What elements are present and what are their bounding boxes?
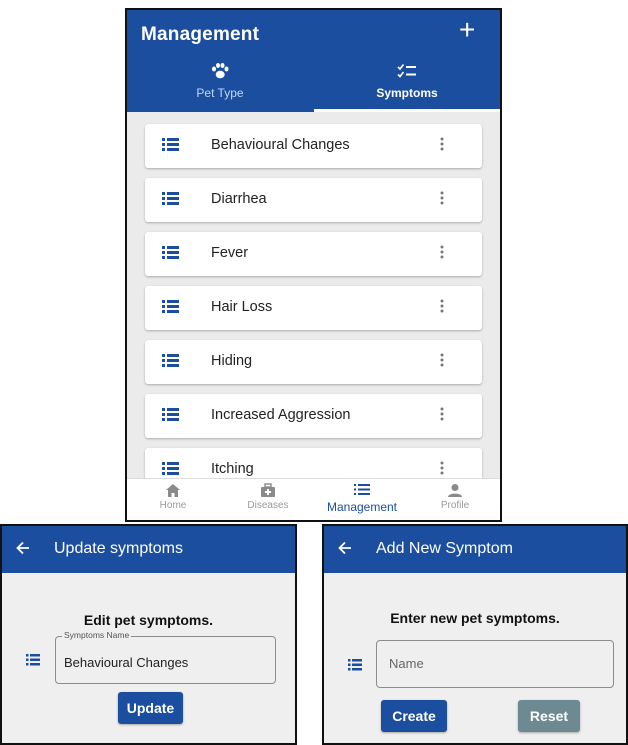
nav-management-label: Management [326, 500, 398, 514]
list-icon [162, 192, 179, 210]
bottom-navigation: Home Diseases Management Profile [127, 478, 500, 520]
nav-diseases-label: Diseases [247, 500, 289, 511]
more-vert-icon[interactable] [440, 406, 444, 427]
tab-symptoms-label: Symptoms [376, 86, 438, 100]
symptom-label: Fever [211, 245, 249, 261]
symptom-list: Behavioural Changes Diarrhea Fever Hair … [127, 112, 500, 478]
person-icon [447, 483, 463, 498]
name-field[interactable]: Name [376, 640, 614, 688]
form-heading: Enter new pet symptoms. [390, 610, 560, 626]
tab-pet-type-label: Pet Type [196, 86, 244, 100]
checklist-icon [397, 62, 417, 80]
app-bar: Add New Symptom [324, 526, 626, 573]
nav-profile-label: Profile [440, 500, 470, 511]
nav-management[interactable]: Management [317, 479, 407, 520]
reset-button[interactable]: Reset [518, 700, 580, 732]
more-vert-icon[interactable] [440, 460, 444, 478]
symptom-label: Diarrhea [211, 191, 267, 207]
add-button[interactable]: + [459, 16, 475, 44]
list-icon [162, 246, 179, 264]
home-icon [165, 483, 181, 498]
symptom-item[interactable]: Diarrhea [145, 178, 482, 222]
symptom-label: Itching [211, 461, 254, 477]
symptom-label: Hair Loss [211, 299, 273, 315]
symptom-label: Behavioural Changes [211, 137, 350, 153]
tab-symptoms[interactable]: Symptoms [314, 62, 500, 110]
back-arrow-icon[interactable] [16, 541, 30, 560]
page-title: Update symptoms [54, 540, 183, 557]
more-vert-icon[interactable] [440, 352, 444, 373]
symptom-label: Hiding [211, 353, 253, 369]
back-arrow-icon[interactable] [338, 541, 352, 560]
list-icon [162, 354, 179, 372]
symptoms-name-label: Symptoms Name [62, 630, 132, 640]
update-button[interactable]: Update [118, 692, 183, 724]
more-vert-icon[interactable] [440, 190, 444, 211]
more-vert-icon[interactable] [440, 298, 444, 319]
list-icon [26, 653, 40, 671]
nav-home-label: Home [159, 500, 187, 511]
management-screen: Management + Pet Type Symptoms Behaviour… [125, 8, 502, 522]
plus-icon: + [459, 14, 476, 45]
create-button[interactable]: Create [381, 700, 447, 732]
list-icon [162, 408, 179, 426]
symptom-item[interactable]: Hiding [145, 340, 482, 384]
add-symptom-screen: Add New Symptom Enter new pet symptoms. … [322, 524, 628, 745]
page-title: Add New Symptom [376, 540, 513, 557]
symptom-label: Increased Aggression [211, 407, 351, 423]
symptom-item[interactable]: Hair Loss [145, 286, 482, 330]
list-icon [348, 658, 362, 676]
nav-diseases[interactable]: Diseases [223, 479, 313, 520]
list-icon [162, 462, 179, 478]
symptom-item[interactable]: Itching [145, 448, 482, 478]
tab-pet-type[interactable]: Pet Type [127, 62, 313, 110]
symptoms-name-field[interactable]: Symptoms Name Behavioural Changes [55, 630, 276, 684]
list-icon [162, 138, 179, 156]
symptom-item[interactable]: Behavioural Changes [145, 124, 482, 168]
nav-profile[interactable]: Profile [413, 479, 497, 520]
list-icon [162, 300, 179, 318]
list-icon [354, 483, 370, 498]
symptom-item[interactable]: Increased Aggression [145, 394, 482, 438]
nav-home[interactable]: Home [131, 479, 215, 520]
paw-icon [210, 62, 230, 80]
medical-kit-icon [260, 483, 276, 498]
more-vert-icon[interactable] [440, 244, 444, 265]
app-bar: Update symptoms [2, 526, 295, 573]
form-heading: Edit pet symptoms. [83, 612, 214, 628]
app-bar: Management + Pet Type Symptoms [127, 10, 500, 112]
symptom-item[interactable]: Fever [145, 232, 482, 276]
update-symptoms-screen: Update symptoms Edit pet symptoms. Sympt… [0, 524, 297, 745]
page-title: Management [141, 24, 260, 45]
more-vert-icon[interactable] [440, 136, 444, 157]
symptoms-name-value: Behavioural Changes [64, 655, 189, 670]
name-placeholder: Name [389, 656, 424, 671]
